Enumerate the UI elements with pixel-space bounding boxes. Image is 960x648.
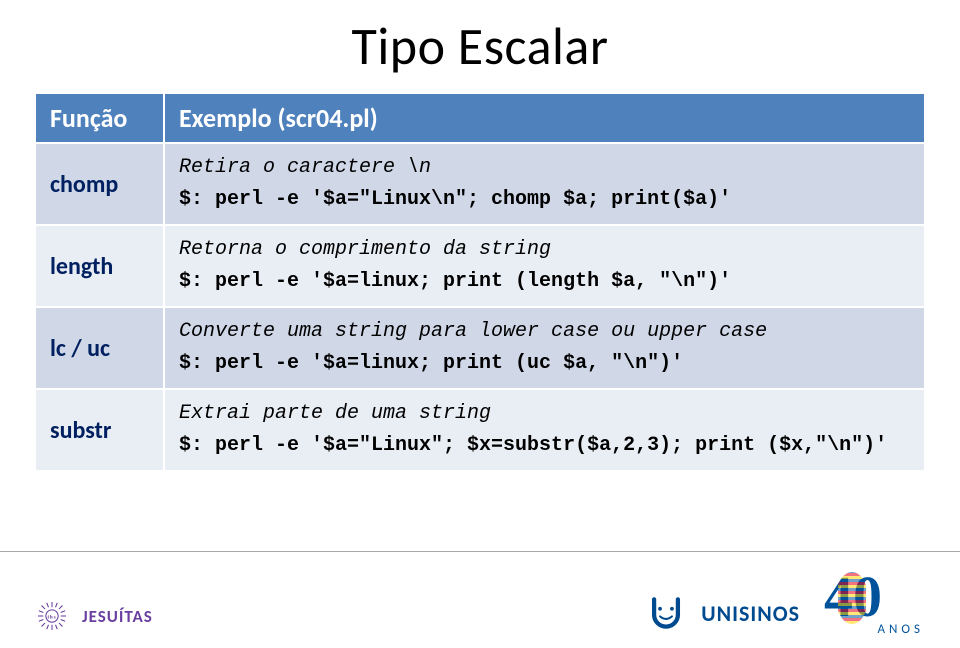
stripe-icon bbox=[838, 572, 866, 624]
func-name: lc / uc bbox=[36, 307, 164, 389]
func-name: length bbox=[36, 225, 164, 307]
example-code: $: perl -e '$a="Linux\n"; chomp $a; prin… bbox=[179, 186, 910, 214]
func-example: Retorna o comprimento da string $: perl … bbox=[164, 225, 924, 307]
unisinos-logo: UNISINOS bbox=[649, 596, 800, 630]
example-code: $: perl -e '$a=linux; print (length $a, … bbox=[179, 268, 910, 296]
example-code: $: perl -e '$a="Linux"; $x=substr($a,2,3… bbox=[179, 432, 910, 460]
func-example: Retira o caractere \n $: perl -e '$a="Li… bbox=[164, 143, 924, 225]
example-desc: Retorna o comprimento da string bbox=[179, 236, 910, 264]
example-desc: Retira o caractere \n bbox=[179, 154, 910, 182]
table-header-row: Função Exemplo (scr04.pl) bbox=[36, 94, 924, 143]
table-row: lc / uc Converte uma string para lower c… bbox=[36, 307, 924, 389]
header-exemplo: Exemplo (scr04.pl) bbox=[164, 94, 924, 143]
footer: ihs JESUÍTAS UNISINOS 4 0 ANOS bbox=[0, 552, 960, 648]
page-title: Tipo Escalar bbox=[0, 14, 960, 78]
unisinos-text: UNISINOS bbox=[701, 600, 800, 627]
table-row: chomp Retira o caractere \n $: perl -e '… bbox=[36, 143, 924, 225]
table-row: length Retorna o comprimento da string $… bbox=[36, 225, 924, 307]
header-funcao: Função bbox=[36, 94, 164, 143]
svg-text:ihs: ihs bbox=[47, 615, 56, 621]
function-table: Função Exemplo (scr04.pl) chomp Retira o… bbox=[36, 94, 924, 472]
anniversary-number: 4 0 bbox=[824, 568, 924, 626]
func-name: chomp bbox=[36, 143, 164, 225]
example-desc: Extrai parte de uma string bbox=[179, 400, 910, 428]
func-name: substr bbox=[36, 389, 164, 471]
example-desc: Converte uma string para lower case ou u… bbox=[179, 318, 910, 346]
anniversary-badge: 4 0 ANOS bbox=[824, 568, 924, 638]
unisinos-icon bbox=[649, 596, 683, 630]
jesuitas-text: JESUÍTAS bbox=[82, 606, 153, 627]
sun-icon: ihs bbox=[38, 602, 66, 630]
jesuitas-logo: ihs JESUÍTAS bbox=[38, 602, 153, 630]
example-code: $: perl -e '$a=linux; print (uc $a, "\n"… bbox=[179, 350, 910, 378]
func-example: Converte uma string para lower case ou u… bbox=[164, 307, 924, 389]
table-row: substr Extrai parte de uma string $: per… bbox=[36, 389, 924, 471]
slide: Tipo Escalar Função Exemplo (scr04.pl) c… bbox=[0, 0, 960, 648]
func-example: Extrai parte de uma string $: perl -e '$… bbox=[164, 389, 924, 471]
